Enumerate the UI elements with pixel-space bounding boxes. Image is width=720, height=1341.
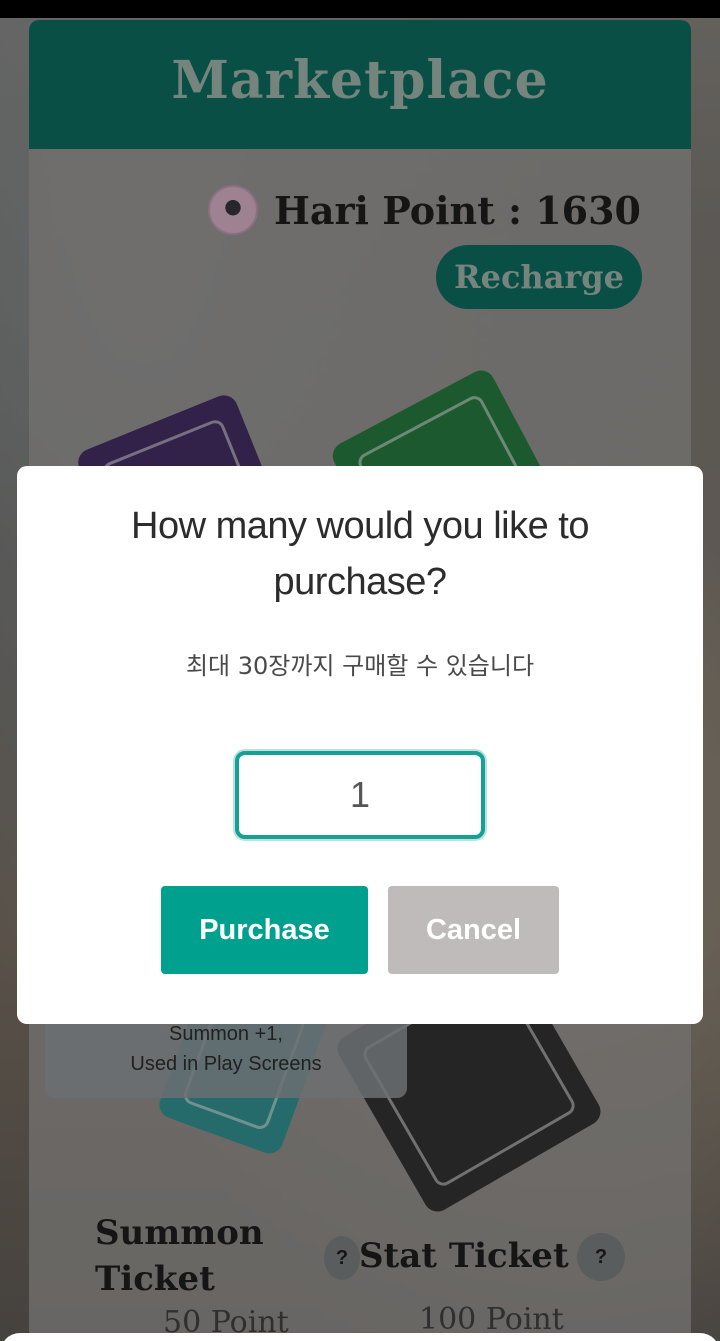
dialog-title: How many would you like to purchase? [131, 505, 590, 603]
bottom-sheet-edge [0, 1333, 720, 1341]
purchase-button[interactable]: Purchase [161, 886, 368, 974]
quantity-input[interactable] [235, 751, 485, 839]
dialog-subtitle: 최대 30장까지 구매할 수 있습니다 [185, 652, 535, 680]
status-bar [0, 0, 720, 18]
purchase-dialog: How many would you like to purchase? 최대 … [17, 466, 703, 1024]
cancel-button[interactable]: Cancel [388, 886, 559, 974]
